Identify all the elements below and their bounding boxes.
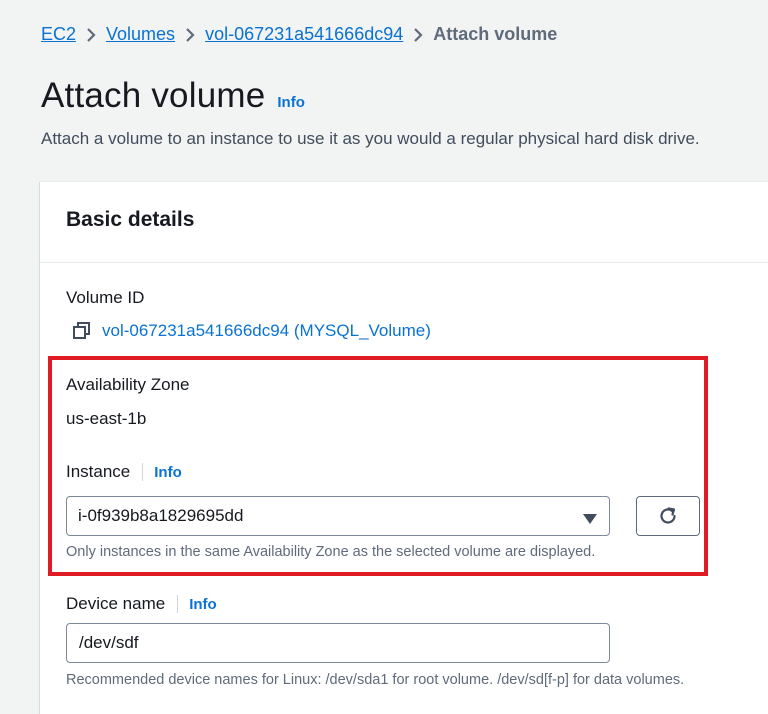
breadcrumb: EC2 Volumes vol-067231a541666dc94 Attach… xyxy=(41,22,557,46)
instance-info-link[interactable]: Info xyxy=(154,464,182,481)
caret-down-icon xyxy=(583,511,597,524)
device-name-input[interactable]: /dev/sdf xyxy=(66,623,610,663)
panel-header: Basic details xyxy=(40,182,768,263)
availability-zone-value: us-east-1b xyxy=(66,409,147,428)
instance-label: Instance xyxy=(66,462,131,481)
device-name-label: Device name xyxy=(66,594,166,613)
device-info-link[interactable]: Info xyxy=(189,596,217,613)
availability-zone-label: Availability Zone xyxy=(66,375,190,394)
basic-details-panel: Basic details Volume ID vol-067231a54166… xyxy=(40,182,768,714)
page: EC2 Volumes vol-067231a541666dc94 Attach… xyxy=(0,0,768,714)
instance-label-row: Instance Info xyxy=(66,462,182,482)
volume-id-value[interactable]: vol-067231a541666dc94 (MYSQL_Volume) xyxy=(102,321,431,341)
instance-select[interactable]: i-0f939b8a1829695dd xyxy=(66,496,610,536)
page-description: Attach a volume to an instance to use it… xyxy=(41,129,700,148)
breadcrumb-volume-id-link[interactable]: vol-067231a541666dc94 xyxy=(205,22,403,46)
breadcrumb-ec2-link[interactable]: EC2 xyxy=(41,22,76,46)
chevron-right-icon xyxy=(76,22,106,46)
chevron-right-icon xyxy=(175,22,205,46)
copy-icon[interactable] xyxy=(72,321,92,341)
device-name-value: /dev/sdf xyxy=(79,633,139,652)
instance-hint: Only instances in the same Availability … xyxy=(66,544,596,560)
volume-id-label: Volume ID xyxy=(66,288,145,307)
refresh-instances-button[interactable] xyxy=(636,496,700,536)
chevron-right-icon xyxy=(403,22,433,46)
breadcrumb-volumes-link[interactable]: Volumes xyxy=(106,22,175,46)
refresh-icon xyxy=(660,507,676,524)
label-divider xyxy=(177,595,179,613)
page-title: Attach volume xyxy=(41,76,266,115)
device-label-row: Device name Info xyxy=(66,594,217,614)
page-info-link[interactable]: Info xyxy=(277,94,305,111)
label-divider xyxy=(142,463,144,481)
instance-select-value: i-0f939b8a1829695dd xyxy=(78,506,244,525)
page-header: Attach volume Info xyxy=(41,76,305,116)
panel-title: Basic details xyxy=(66,208,195,231)
device-hint: Recommended device names for Linux: /dev… xyxy=(66,672,685,688)
breadcrumb-current: Attach volume xyxy=(433,24,558,44)
volume-id-link[interactable]: vol-067231a541666dc94 (MYSQL_Volume) xyxy=(72,321,431,341)
